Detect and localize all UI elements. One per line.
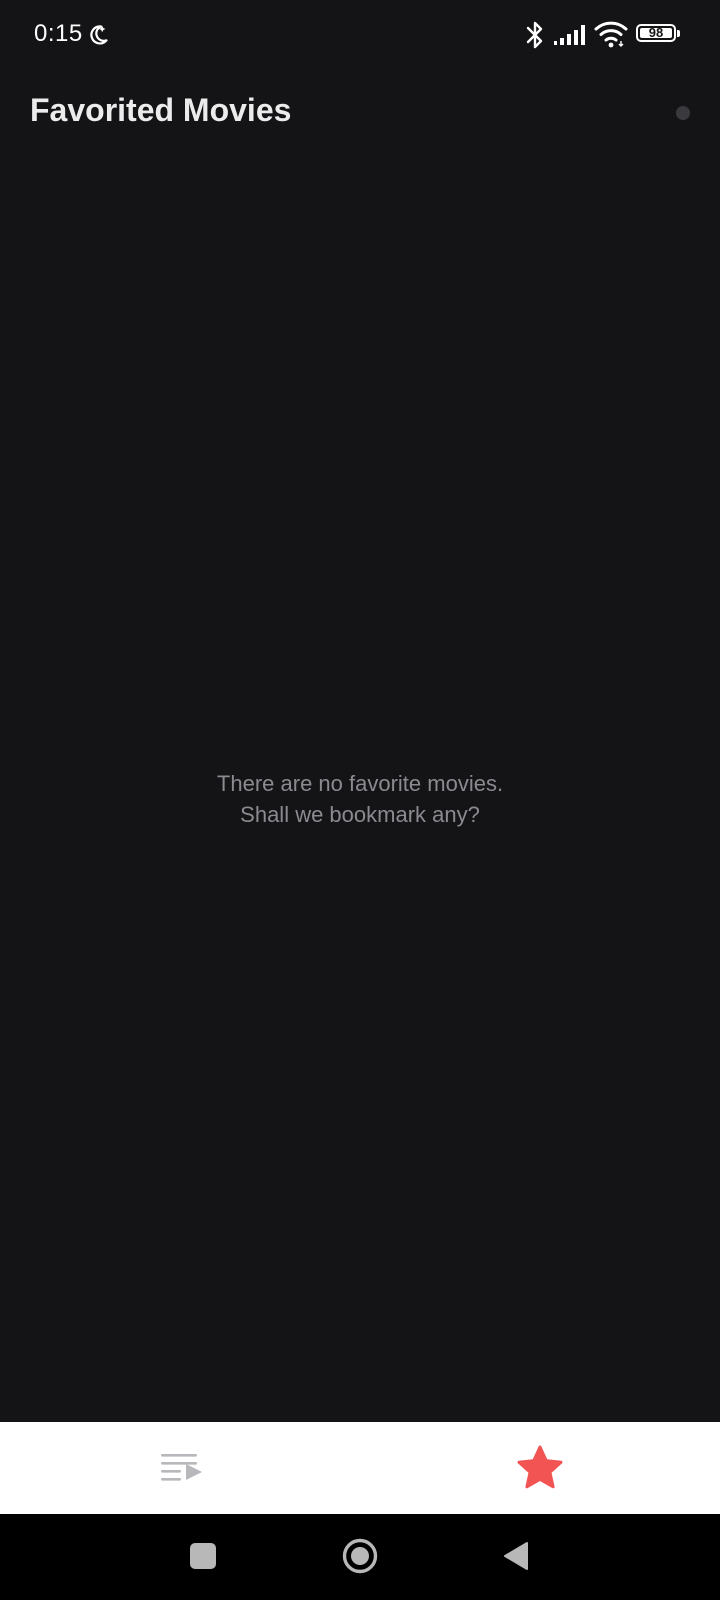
header-dot [676, 106, 690, 120]
battery-level: 98 [648, 25, 664, 40]
moon-icon [90, 25, 108, 45]
star-icon [517, 1445, 563, 1489]
back-icon[interactable] [502, 1540, 530, 1572]
screen: 0:15 98 Favorited Movies There are no fa… [0, 0, 720, 1600]
bluetooth-icon [526, 21, 543, 49]
empty-state-line-2: Shall we bookmark any? [240, 802, 480, 827]
system-nav-bar [0, 1514, 720, 1600]
empty-state-line-1: There are no favorite movies. [216, 771, 504, 796]
recents-icon[interactable] [190, 1543, 216, 1569]
empty-state-message: There are no favorite movies. Shall we b… [0, 768, 720, 830]
playlist-icon [161, 1454, 202, 1481]
page-title: Favorited Movies [30, 92, 292, 128]
battery-tip [677, 30, 680, 37]
bottom-tab-bar [0, 1422, 720, 1514]
home-icon[interactable] [342, 1538, 378, 1574]
tab-movies[interactable] [0, 1422, 360, 1514]
tab-favorites[interactable] [360, 1422, 720, 1514]
wifi-icon [594, 21, 628, 48]
signal-icon [554, 25, 585, 45]
status-time: 0:15 [34, 20, 83, 47]
battery-icon: 98 [636, 24, 684, 46]
status-bar: 0:15 98 [0, 0, 720, 72]
